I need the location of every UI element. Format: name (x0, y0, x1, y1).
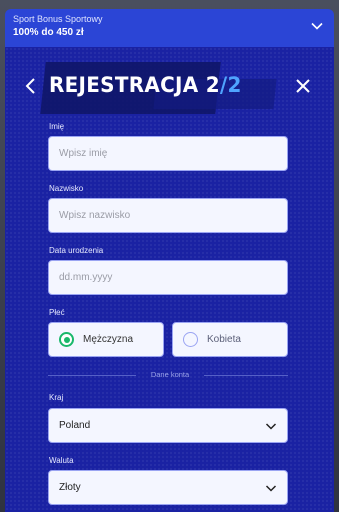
birthdate-field[interactable] (48, 260, 288, 295)
section-divider-left (48, 375, 136, 376)
account-section-title: Dane konta (150, 370, 190, 379)
country-label: Kraj (49, 393, 64, 402)
gender-option-male[interactable]: Mężczyzna (48, 322, 164, 357)
gender-female-label: Kobieta (207, 334, 241, 345)
first-name-field[interactable] (48, 136, 288, 171)
step-total: 2 (227, 73, 242, 97)
last-name-label: Nazwisko (49, 184, 84, 193)
chevron-down-icon (265, 485, 277, 492)
birthdate-label: Data urodzenia (49, 246, 104, 255)
chevron-left-icon[interactable] (23, 77, 39, 95)
currency-value: Złoty (59, 482, 81, 493)
close-icon[interactable] (295, 78, 311, 94)
bonus-banner[interactable]: Sport Bonus Sportowy 100% do 450 zł (5, 9, 334, 47)
last-name-field[interactable] (48, 198, 288, 233)
step-separator: / (219, 73, 228, 97)
last-name-input[interactable] (59, 210, 277, 221)
step-current: 2 (205, 73, 220, 97)
currency-select[interactable]: Złoty (48, 470, 288, 505)
page-title: REJESTRACJA 2/2 (49, 73, 242, 97)
chevron-down-icon[interactable] (310, 19, 324, 33)
bonus-amount: 100% do 450 zł (13, 27, 84, 38)
currency-label: Waluta (49, 456, 74, 465)
first-name-input[interactable] (59, 148, 277, 159)
section-divider-right (204, 375, 288, 376)
country-select[interactable]: Poland (48, 408, 288, 443)
gender-label: Płeć (49, 308, 65, 317)
country-value: Poland (59, 420, 91, 431)
radio-unselected-icon[interactable] (183, 332, 198, 347)
gender-male-label: Mężczyzna (83, 334, 134, 345)
first-name-label: Imię (49, 122, 65, 131)
radio-selected-icon[interactable] (59, 332, 74, 347)
birthdate-input[interactable] (59, 272, 277, 283)
gender-option-female[interactable]: Kobieta (172, 322, 288, 357)
bonus-subtitle: Sport Bonus Sportowy (13, 14, 103, 24)
registration-panel: REJESTRACJA 2/2 Imię Nazwisko Data urodz… (5, 47, 334, 512)
chevron-down-icon (265, 423, 277, 430)
title-text: REJESTRACJA (49, 73, 206, 97)
